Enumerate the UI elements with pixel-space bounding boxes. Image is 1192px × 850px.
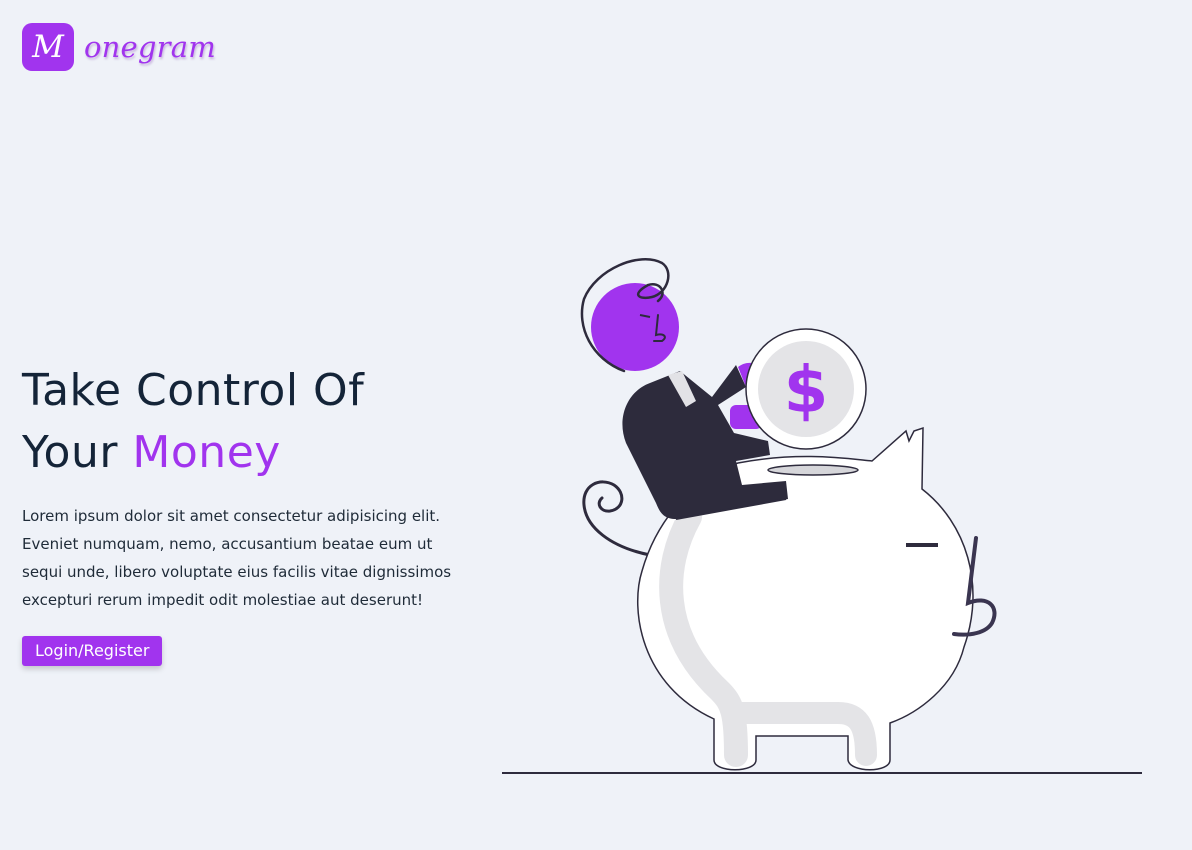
hero-title-line2-prefix: Your bbox=[22, 427, 133, 478]
hero-title: Take Control Of Your Money bbox=[22, 360, 462, 484]
logo-mark-icon: M bbox=[22, 23, 74, 71]
login-register-button[interactable]: Login/Register bbox=[22, 636, 163, 666]
dollar-icon: $ bbox=[784, 354, 829, 428]
hero-title-line1: Take Control Of bbox=[22, 365, 365, 416]
person-head bbox=[591, 283, 679, 371]
logo-wordmark: onegram bbox=[84, 30, 216, 64]
brand-logo[interactable]: M onegram bbox=[22, 23, 216, 71]
hero-description: Lorem ipsum dolor sit amet consectetur a… bbox=[22, 507, 452, 609]
pig-tail-icon bbox=[582, 480, 652, 557]
piggy-bank-illustration: $ bbox=[502, 258, 1142, 774]
hero-section: Take Control Of Your Money Lorem ipsum do… bbox=[22, 360, 462, 666]
hero-title-accent: Money bbox=[132, 427, 281, 478]
coin-slot bbox=[767, 464, 859, 476]
